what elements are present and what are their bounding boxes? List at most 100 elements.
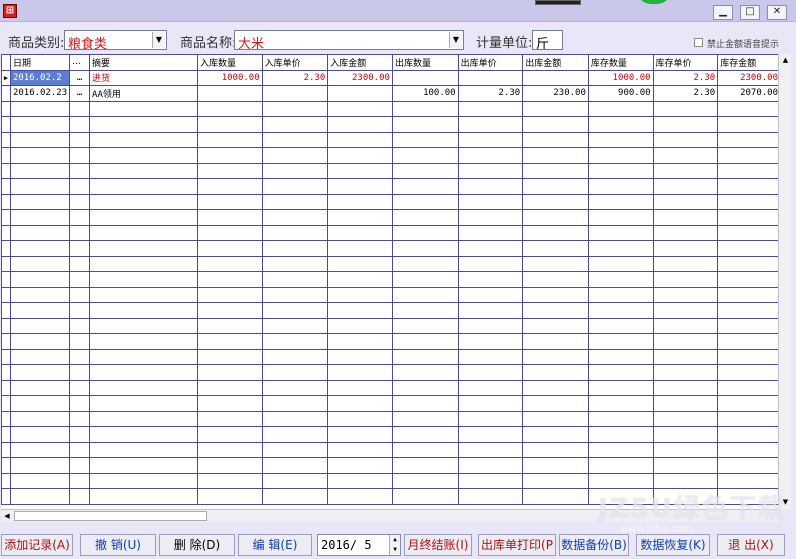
cell-in-price[interactable] — [261, 240, 329, 257]
minimize-icon[interactable]: ▁ — [713, 5, 733, 20]
cell-in-amount[interactable] — [327, 457, 393, 474]
cell-in-price[interactable] — [261, 333, 329, 350]
cell-stock-amount[interactable] — [717, 302, 781, 319]
cell-in-amount[interactable] — [327, 178, 393, 195]
cell-stock-price[interactable] — [652, 441, 719, 458]
cell-stock-price[interactable] — [652, 162, 719, 179]
cell-stock-price[interactable]: 2.30 — [652, 69, 719, 86]
cell-stock-qty[interactable] — [587, 286, 654, 303]
cell-summary[interactable]: AA领用 — [89, 85, 198, 102]
cell-in-amount[interactable] — [327, 271, 393, 288]
column-header[interactable]: 库存单价 — [652, 54, 719, 71]
cell-stock-qty[interactable] — [587, 271, 654, 288]
cell-out-qty[interactable] — [391, 472, 459, 489]
cell-stock-price[interactable] — [652, 472, 719, 489]
cell-out-qty[interactable] — [391, 100, 459, 117]
cell-out-price[interactable] — [457, 488, 524, 505]
table-row[interactable] — [1, 441, 781, 458]
cell-stock-price[interactable] — [652, 271, 719, 288]
close-icon[interactable]: ✕ — [767, 5, 787, 20]
cell-stock-price[interactable] — [652, 286, 719, 303]
cell-out-price[interactable] — [457, 410, 524, 427]
cell-out-amount[interactable] — [522, 209, 589, 226]
cell-in-qty[interactable] — [196, 457, 263, 474]
cell-summary[interactable] — [89, 209, 198, 226]
cell-stock-price[interactable] — [652, 364, 719, 381]
cell-dots[interactable] — [69, 271, 91, 288]
cell-summary[interactable] — [89, 302, 198, 319]
cell-stock-amount[interactable] — [717, 395, 781, 412]
cell-stock-amount[interactable] — [717, 317, 781, 334]
cell-stock-price[interactable] — [652, 209, 719, 226]
cell-stock-qty[interactable] — [587, 364, 654, 381]
cell-stock-qty[interactable] — [587, 178, 654, 195]
cell-out-amount[interactable] — [522, 317, 589, 334]
cell-date[interactable] — [9, 488, 71, 505]
cell-out-qty[interactable] — [391, 69, 459, 86]
cell-dots[interactable] — [69, 333, 91, 350]
cell-stock-amount[interactable]: 2300.00 — [717, 69, 781, 86]
cell-summary[interactable] — [89, 379, 198, 396]
cell-stock-price[interactable] — [652, 457, 719, 474]
cell-in-amount[interactable] — [327, 224, 393, 241]
cell-in-qty[interactable] — [196, 209, 263, 226]
cell-in-amount[interactable] — [327, 85, 393, 102]
cell-dots[interactable] — [69, 286, 91, 303]
cell-in-qty[interactable] — [196, 333, 263, 350]
cell-out-amount[interactable] — [522, 441, 589, 458]
cell-in-qty[interactable] — [196, 224, 263, 241]
cell-date[interactable] — [9, 302, 71, 319]
cell-in-price[interactable] — [261, 457, 329, 474]
ledger-grid[interactable]: 日期… 摘要 入库数量 入库单价 入库金额 出库数量 出库单价 出库金额 库存数量 库存单价 库存金… — [1, 54, 781, 509]
cell-stock-amount[interactable] — [717, 271, 781, 288]
backup-button[interactable]: 数据备份(B) — [559, 534, 629, 556]
column-header[interactable]: 库存金额 — [717, 54, 781, 71]
cell-stock-qty[interactable] — [587, 333, 654, 350]
cell-stock-amount[interactable] — [717, 255, 781, 272]
cell-out-price[interactable] — [457, 271, 524, 288]
cell-summary[interactable] — [89, 426, 198, 443]
cell-summary[interactable] — [89, 271, 198, 288]
cell-out-amount[interactable] — [522, 472, 589, 489]
cell-dots[interactable] — [69, 162, 91, 179]
cell-out-qty[interactable] — [391, 426, 459, 443]
cell-summary[interactable] — [89, 162, 198, 179]
cell-date[interactable] — [9, 162, 71, 179]
cell-summary[interactable] — [89, 255, 198, 272]
edit-button[interactable]: 编 辑(E) — [238, 534, 312, 556]
cell-out-price[interactable] — [457, 131, 524, 148]
cell-stock-amount[interactable] — [717, 178, 781, 195]
cell-out-qty[interactable] — [391, 348, 459, 365]
cell-summary[interactable] — [89, 100, 198, 117]
cell-stock-amount[interactable] — [717, 348, 781, 365]
cell-stock-qty[interactable] — [587, 240, 654, 257]
cell-summary[interactable] — [89, 395, 198, 412]
cell-out-amount[interactable] — [522, 162, 589, 179]
cell-stock-price[interactable] — [652, 348, 719, 365]
cell-summary[interactable] — [89, 348, 198, 365]
cell-in-qty[interactable] — [196, 379, 263, 396]
cell-out-qty[interactable] — [391, 240, 459, 257]
cell-out-price[interactable] — [457, 472, 524, 489]
cell-in-qty[interactable] — [196, 395, 263, 412]
table-row[interactable] — [1, 457, 781, 474]
cell-out-qty[interactable] — [391, 271, 459, 288]
cell-stock-price[interactable] — [652, 410, 719, 427]
table-row[interactable] — [1, 100, 781, 117]
cell-out-amount[interactable] — [522, 193, 589, 210]
cell-out-qty[interactable] — [391, 116, 459, 133]
cell-dots[interactable] — [69, 317, 91, 334]
cell-out-price[interactable] — [457, 162, 524, 179]
cell-out-amount[interactable] — [522, 333, 589, 350]
table-row[interactable] — [1, 131, 781, 148]
cell-in-amount[interactable] — [327, 379, 393, 396]
table-row[interactable] — [1, 472, 781, 489]
cell-stock-amount[interactable] — [717, 100, 781, 117]
cell-date[interactable] — [9, 472, 71, 489]
cell-stock-price[interactable] — [652, 317, 719, 334]
cell-in-price[interactable] — [261, 426, 329, 443]
scroll-left-icon[interactable]: ◀ — [1, 510, 13, 522]
cell-date[interactable] — [9, 271, 71, 288]
add-record-button[interactable]: 添加记录(A) — [1, 534, 73, 556]
vertical-scrollbar[interactable]: ▲ ▼ — [778, 54, 791, 509]
